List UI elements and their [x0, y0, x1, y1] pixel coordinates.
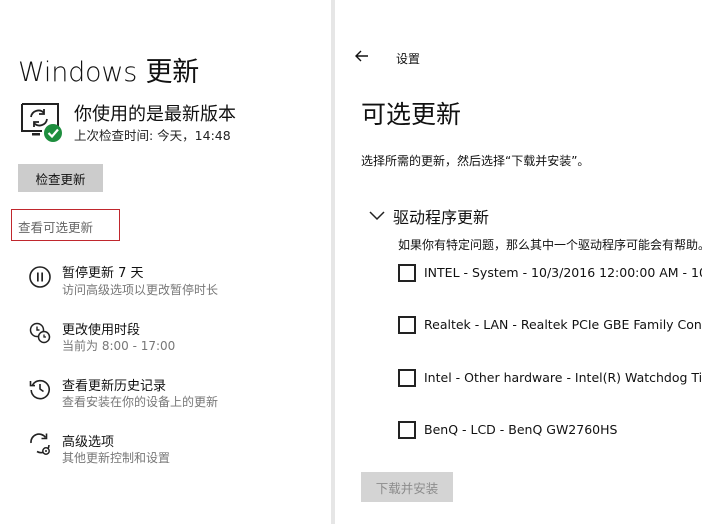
driver-checkbox-intel-system[interactable] [398, 264, 416, 282]
pause-updates-option[interactable]: 暂停更新 7 天 [62, 262, 144, 281]
driver-label-benq-lcd[interactable]: BenQ - LCD - BenQ GW2760HS [424, 422, 617, 437]
view-update-history-option[interactable]: 查看更新历史记录 [62, 375, 166, 394]
driver-label-intel-system[interactable]: INTEL - System - 10/3/2016 12:00:00 AM -… [424, 265, 702, 280]
advanced-options-subtitle: 其他更新控制和设置 [62, 451, 171, 465]
last-check-time: 上次检查时间: 今天，14:48 [74, 128, 231, 143]
driver-checkbox-benq-lcd[interactable] [398, 421, 416, 439]
advanced-options-option[interactable]: 高级选项 [62, 431, 114, 450]
status-headline: 你使用的是最新版本 [74, 104, 236, 125]
driver-label-realtek-lan[interactable]: Realtek - LAN - Realtek PCIe GBE Family … [424, 317, 702, 332]
driver-checkbox-realtek-lan[interactable] [398, 316, 416, 334]
optional-updates-panel: 设置 可选更新 选择所需的更新，然后选择“下载并安装”。 驱动程序更新 如果你有… [335, 0, 702, 524]
check-updates-button[interactable]: 检查更新 [18, 164, 103, 192]
update-history-subtitle: 查看安装在你的设备上的更新 [62, 395, 219, 409]
windows-update-panel: Windows 更新 你使用的是最新版本 上次检查时间: 今天，14:48 检查… [0, 0, 331, 524]
driver-checkbox-intel-watchdog[interactable] [398, 369, 416, 387]
view-optional-updates-link[interactable]: 查看可选更新 [18, 217, 93, 236]
breadcrumb: 设置 [396, 52, 421, 66]
active-hours-subtitle: 当前为 8:00 - 17:00 [62, 339, 176, 353]
back-arrow-icon[interactable] [355, 50, 369, 62]
active-hours-icon [29, 322, 51, 344]
change-active-hours-option[interactable]: 更改使用时段 [62, 319, 140, 338]
driver-label-intel-watchdog[interactable]: Intel - Other hardware - Intel(R) Watchd… [424, 370, 702, 385]
download-and-install-button[interactable]: 下载并安装 [361, 472, 453, 502]
driver-updates-description: 如果你有特定问题，那么其中一个驱动程序可能会有帮助。 [398, 238, 702, 252]
advanced-options-icon [30, 433, 50, 455]
optional-updates-title: 可选更新 [361, 100, 462, 129]
chevron-down-icon[interactable] [369, 210, 385, 221]
page-title: Windows 更新 [18, 57, 200, 88]
pause-icon [29, 266, 51, 288]
pause-updates-subtitle: 访问高级选项以更改暂停时长 [62, 283, 219, 297]
update-status-icon [21, 103, 62, 142]
driver-updates-header[interactable]: 驱动程序更新 [393, 204, 489, 228]
history-icon [29, 379, 50, 400]
optional-updates-description: 选择所需的更新，然后选择“下载并安装”。 [361, 154, 590, 168]
